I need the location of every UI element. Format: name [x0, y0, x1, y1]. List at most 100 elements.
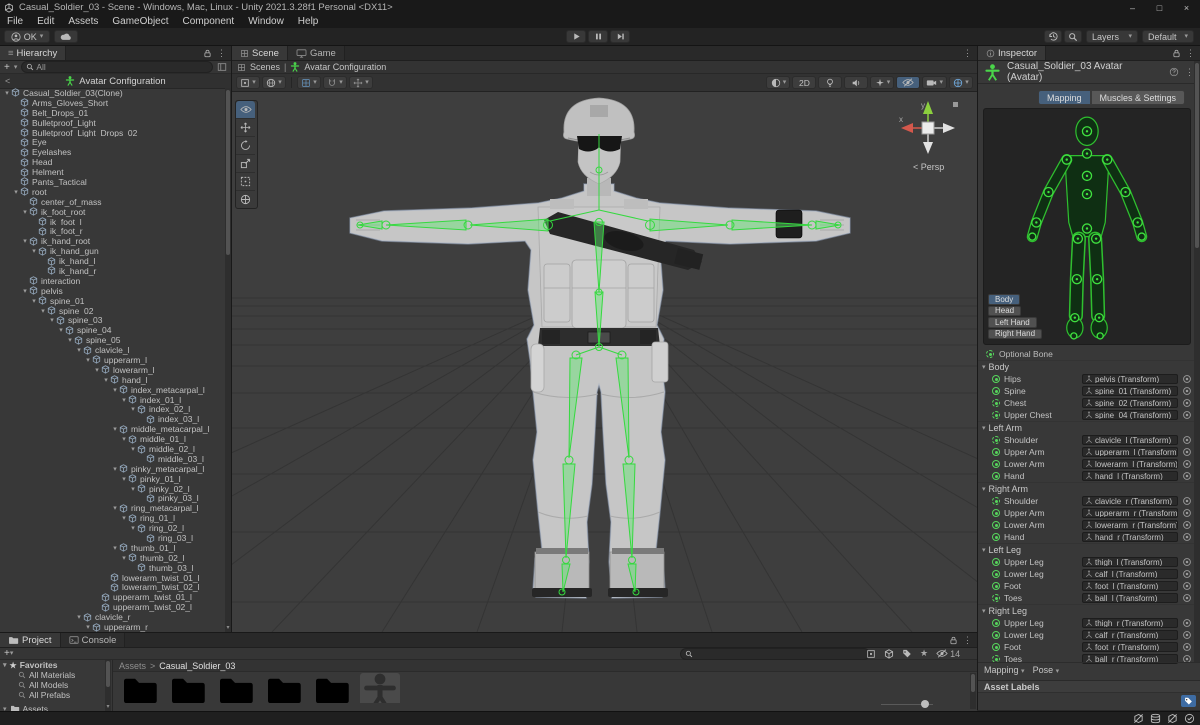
menu-item[interactable]: Edit [30, 16, 61, 27]
move-snap-dropdown[interactable]: ▾ [349, 76, 373, 89]
hierarchy-item[interactable]: ik_foot_l [0, 217, 226, 226]
hierarchy-item[interactable]: ▾ Casual_Soldier_03(Clone) [0, 88, 226, 98]
hierarchy-item[interactable]: ▾ pinky_01_l [0, 474, 226, 484]
open-in-search-icon[interactable] [866, 649, 876, 659]
transform-object-field[interactable]: thigh_r (Transform) [1082, 618, 1178, 628]
mapping-menu[interactable]: Mapping ▾ [984, 665, 1025, 675]
hierarchy-item[interactable]: ring_03_l [0, 533, 226, 543]
favorites-scrollbar[interactable]: ▾ [105, 660, 111, 711]
transform-object-field[interactable]: upperarm_r (Transform) [1082, 508, 1178, 518]
transform-object-field[interactable]: spine_02 (Transform) [1082, 398, 1178, 408]
gizmo-right-cone[interactable] [943, 123, 955, 133]
asset-tile[interactable] [120, 675, 160, 703]
hierarchy-item[interactable]: ▾ pinky_02_l [0, 484, 226, 494]
transform-object-field[interactable]: ball_l (Transform) [1082, 593, 1178, 603]
transform-object-field[interactable]: pelvis (Transform) [1082, 374, 1178, 384]
asset-tile[interactable] [360, 673, 400, 703]
object-picker-icon[interactable] [1182, 569, 1192, 579]
transform-object-field[interactable]: calf_l (Transform) [1082, 569, 1178, 579]
hierarchy-item[interactable]: lowerarm_twist_02_l [0, 583, 226, 592]
transform-object-field[interactable]: hand_r (Transform) [1082, 532, 1178, 542]
expand-arrow[interactable]: ▾ [84, 623, 92, 631]
menu-item[interactable]: Help [291, 16, 326, 27]
menu-item[interactable]: Assets [61, 16, 105, 27]
search-everything-button[interactable] [1064, 30, 1082, 43]
hierarchy-item[interactable]: ik_foot_r [0, 226, 226, 236]
hierarchy-item[interactable]: ▾ lowerarm_l [0, 365, 226, 375]
expand-arrow[interactable]: ▾ [120, 475, 128, 483]
cloud-button[interactable] [54, 30, 78, 43]
grid-snapping-dropdown[interactable]: ▾ [297, 76, 321, 89]
move-tool-button[interactable] [236, 119, 255, 137]
asset-tile[interactable] [216, 675, 256, 703]
expand-arrow[interactable]: ▾ [39, 307, 47, 315]
hierarchy-item[interactable]: ▾ clavicle_r [0, 612, 226, 622]
body-part-button[interactable]: Head [988, 305, 1022, 316]
hierarchy-item[interactable]: Eye [0, 137, 226, 147]
transform-object-field[interactable]: calf_r (Transform) [1082, 630, 1178, 640]
section-fold-arrow[interactable]: ▾ [982, 424, 986, 432]
hierarchy-item[interactable]: ▾ ring_02_l [0, 523, 226, 533]
transform-tool-button[interactable] [236, 191, 255, 208]
refresh-disabled-icon[interactable] [1167, 713, 1178, 724]
hierarchy-item[interactable]: ▾ upperarm_r [0, 622, 226, 632]
scene-viewport[interactable]: y x < Persp [232, 92, 977, 632]
hierarchy-item[interactable]: ▾ index_01_l [0, 395, 226, 405]
object-picker-icon[interactable] [1182, 447, 1192, 457]
gizmo-down-cone[interactable] [923, 142, 933, 154]
tab-game[interactable]: Game [287, 46, 345, 60]
cache-disabled-icon[interactable] [1133, 713, 1144, 724]
transform-object-field[interactable]: spine_01 (Transform) [1082, 386, 1178, 396]
asset-labels-header[interactable]: Asset Labels [978, 680, 1200, 693]
section-fold-arrow[interactable]: ▾ [982, 546, 986, 554]
favorites-item[interactable]: All Models [0, 680, 112, 690]
hierarchy-item[interactable]: ▾ spine_03 [0, 315, 226, 325]
hierarchy-item[interactable]: upperarm_twist_02_l [0, 602, 226, 612]
expand-arrow[interactable]: ▾ [129, 445, 137, 453]
expand-arrow[interactable]: ▾ [75, 613, 83, 621]
expand-arrow[interactable]: ▾ [3, 89, 11, 97]
expand-arrow[interactable]: ▾ [111, 386, 119, 394]
hierarchy-search-input[interactable]: All [21, 61, 213, 73]
hierarchy-item[interactable]: Helment [0, 167, 226, 177]
section-fold-arrow[interactable]: ▾ [982, 485, 986, 493]
object-picker-icon[interactable] [1182, 642, 1192, 652]
save-search-star-icon[interactable]: ★ [920, 648, 928, 659]
gizmos-dropdown[interactable]: ▾ [949, 76, 973, 89]
tool-handle-position-dropdown[interactable]: ▾ [236, 76, 260, 89]
object-picker-icon[interactable] [1182, 410, 1192, 420]
lock-icon[interactable] [203, 49, 212, 58]
tab-project[interactable]: Project [0, 633, 61, 647]
tab-inspector[interactable]: Inspector [978, 46, 1047, 60]
object-picker-icon[interactable] [1182, 471, 1192, 481]
hierarchy-item[interactable]: ▾ spine_02 [0, 306, 226, 316]
transform-object-field[interactable]: upperarm_l (Transform) [1082, 447, 1178, 457]
bone-section-header[interactable]: ▾ Right Leg [978, 604, 1196, 617]
expand-arrow[interactable]: ▾ [12, 188, 20, 196]
section-fold-arrow[interactable]: ▾ [982, 607, 986, 615]
expand-arrow[interactable]: ▾ [129, 485, 137, 493]
bone-section-header[interactable]: ▾ Left Arm [978, 421, 1196, 434]
hierarchy-item[interactable]: ▾ ik_hand_root [0, 236, 226, 246]
hierarchy-item[interactable]: Head [0, 157, 226, 167]
hierarchy-item[interactable]: ▾ index_metacarpal_l [0, 385, 226, 395]
kebab-menu-icon[interactable]: ⋮ [1186, 48, 1195, 59]
expand-arrow[interactable]: ▾ [84, 356, 92, 364]
hierarchy-item[interactable]: ▾ pinky_metacarpal_l [0, 464, 226, 474]
hierarchy-item[interactable]: ▾ spine_04 [0, 325, 226, 335]
tab-mapping[interactable]: Mapping [1038, 90, 1091, 105]
close-button[interactable]: × [1173, 0, 1200, 15]
section-fold-arrow[interactable]: ▾ [982, 363, 986, 371]
hierarchy-item[interactable]: ▾ spine_05 [0, 335, 226, 345]
create-caret-icon[interactable]: ▾ [10, 650, 14, 657]
transform-object-field[interactable]: foot_r (Transform) [1082, 642, 1178, 652]
expand-arrow[interactable]: ▾ [111, 504, 119, 512]
expand-arrow[interactable]: ▾ [111, 465, 119, 473]
object-picker-icon[interactable] [1182, 630, 1192, 640]
expand-arrow[interactable]: ▾ [30, 297, 38, 305]
camera-settings-dropdown[interactable]: ▾ [922, 76, 947, 89]
play-button[interactable] [566, 30, 586, 43]
tab-console[interactable]: Console [60, 633, 126, 647]
object-picker-icon[interactable] [1182, 374, 1192, 384]
hierarchy-item[interactable]: ▾ root [0, 187, 226, 197]
